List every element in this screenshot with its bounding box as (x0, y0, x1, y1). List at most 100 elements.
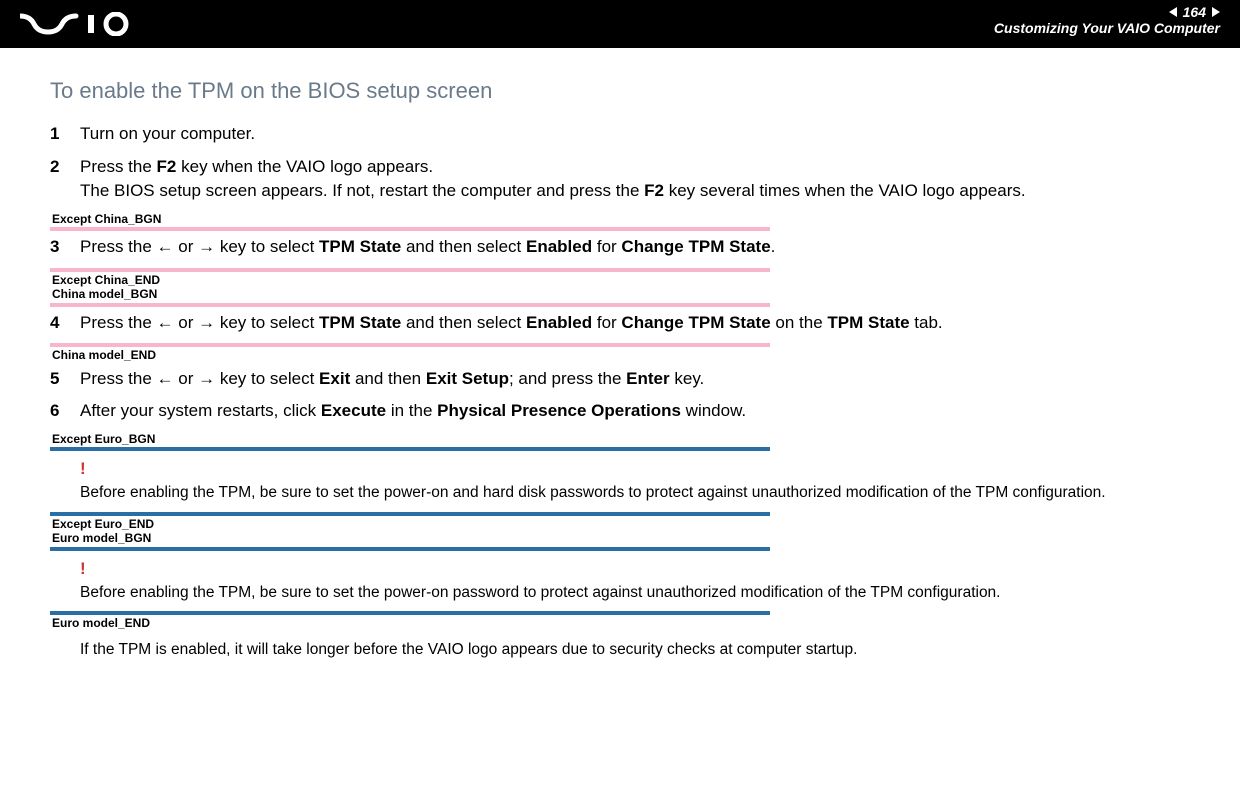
step-number: 1 (50, 122, 80, 147)
bold: Exit (319, 369, 350, 388)
step-number: 2 (50, 155, 80, 204)
text: window. (681, 401, 746, 420)
page-number: 164 (1183, 4, 1206, 20)
text: key. (670, 369, 705, 388)
bold: TPM State (827, 313, 909, 332)
step-number: 3 (50, 235, 80, 260)
warning-text: Before enabling the TPM, be sure to set … (80, 582, 1190, 604)
marker-label: Except Euro_BGN (52, 432, 1190, 446)
marker-label: Except China_BGN (52, 212, 1190, 226)
key-f2: F2 (157, 157, 177, 176)
step-text: After your system restarts, click Execut… (80, 399, 1190, 424)
text: Press the (80, 237, 157, 256)
warning-text: Before enabling the TPM, be sure to set … (80, 482, 1190, 504)
marker-label: China model_END (52, 348, 1190, 362)
text: for (592, 237, 621, 256)
marker-china-model-end: China model_END (50, 343, 1190, 362)
bold: Exit Setup (426, 369, 509, 388)
section-title: Customizing Your VAIO Computer (994, 20, 1220, 36)
text: Press the (80, 369, 157, 388)
marker-except-euro-bgn: Except Euro_BGN (50, 432, 1190, 451)
info-note: If the TPM is enabled, it will take long… (80, 641, 1190, 659)
step-number: 6 (50, 399, 80, 424)
divider-pink (50, 303, 770, 307)
key-f2: F2 (644, 181, 664, 200)
text: or (174, 313, 199, 332)
text: . (771, 237, 776, 256)
text: Press the (80, 157, 157, 176)
marker-label: Euro model_END (52, 616, 1190, 630)
text: and then select (401, 237, 526, 256)
text: After your system restarts, click (80, 401, 321, 420)
document-header: 164 Customizing Your VAIO Computer (0, 0, 1240, 48)
marker-except-euro-end: Except Euro_END Euro model_BGN (50, 512, 1190, 551)
right-arrow-icon: → (198, 237, 215, 256)
text: The BIOS setup screen appears. If not, r… (80, 181, 644, 200)
text: Press the (80, 313, 157, 332)
divider-pink (50, 227, 770, 231)
text: ; and press the (509, 369, 626, 388)
document-body: To enable the TPM on the BIOS setup scre… (0, 48, 1240, 659)
text: tab. (910, 313, 943, 332)
text: in the (386, 401, 437, 420)
warning-1: ! Before enabling the TPM, be sure to se… (80, 457, 1190, 503)
text: for (592, 313, 621, 332)
warning-2: ! Before enabling the TPM, be sure to se… (80, 557, 1190, 603)
marker-label: Except China_END (52, 273, 1190, 287)
bold: Enabled (526, 313, 592, 332)
right-arrow-icon: → (198, 369, 215, 388)
next-page-icon[interactable] (1212, 7, 1220, 17)
step-3: 3 Press the ← or → key to select TPM Sta… (50, 235, 1190, 260)
divider-blue (50, 512, 770, 516)
text: or (174, 369, 199, 388)
bold: Enter (626, 369, 669, 388)
prev-page-icon[interactable] (1169, 7, 1177, 17)
marker-label: Except Euro_END (52, 517, 1190, 531)
text: and then select (401, 313, 526, 332)
divider-pink (50, 343, 770, 347)
step-6: 6 After your system restarts, click Exec… (50, 399, 1190, 424)
marker-label: China model_BGN (52, 287, 1190, 301)
step-text: Press the F2 key when the VAIO logo appe… (80, 155, 1190, 204)
bold: TPM State (319, 313, 401, 332)
divider-blue (50, 611, 770, 615)
divider-pink (50, 268, 770, 272)
text: key to select (215, 369, 319, 388)
bold: Change TPM State (621, 237, 770, 256)
text: key to select (215, 237, 319, 256)
header-right: 164 Customizing Your VAIO Computer (994, 4, 1220, 36)
step-text: Turn on your computer. (80, 122, 1190, 147)
right-arrow-icon: → (198, 313, 215, 332)
page-heading: To enable the TPM on the BIOS setup scre… (50, 78, 1190, 104)
left-arrow-icon: ← (157, 237, 174, 256)
step-number: 5 (50, 367, 80, 392)
text: or (174, 237, 199, 256)
divider-blue (50, 447, 770, 451)
step-2: 2 Press the F2 key when the VAIO logo ap… (50, 155, 1190, 204)
warning-icon: ! (80, 557, 1190, 581)
step-number: 4 (50, 311, 80, 336)
vaio-logo (20, 12, 150, 36)
step-1: 1 Turn on your computer. (50, 122, 1190, 147)
marker-except-china-bgn: Except China_BGN (50, 212, 1190, 231)
marker-label: Euro model_BGN (52, 531, 1190, 545)
divider-blue (50, 547, 770, 551)
marker-except-china-end: Except China_END China model_BGN (50, 268, 1190, 307)
text: key several times when the VAIO logo app… (664, 181, 1026, 200)
bold: Enabled (526, 237, 592, 256)
bold: Physical Presence Operations (437, 401, 681, 420)
step-text: Press the ← or → key to select TPM State… (80, 235, 1190, 260)
text: and then (350, 369, 426, 388)
step-4: 4 Press the ← or → key to select TPM Sta… (50, 311, 1190, 336)
page-nav: 164 (994, 4, 1220, 20)
bold: TPM State (319, 237, 401, 256)
bold: Change TPM State (621, 313, 770, 332)
text: on the (771, 313, 828, 332)
warning-icon: ! (80, 457, 1190, 481)
text: key to select (215, 313, 319, 332)
text: key when the VAIO logo appears. (176, 157, 433, 176)
marker-euro-model-end: Euro model_END (50, 611, 1190, 630)
step-text: Press the ← or → key to select Exit and … (80, 367, 1190, 392)
left-arrow-icon: ← (157, 369, 174, 388)
vaio-logo-svg (20, 12, 150, 36)
